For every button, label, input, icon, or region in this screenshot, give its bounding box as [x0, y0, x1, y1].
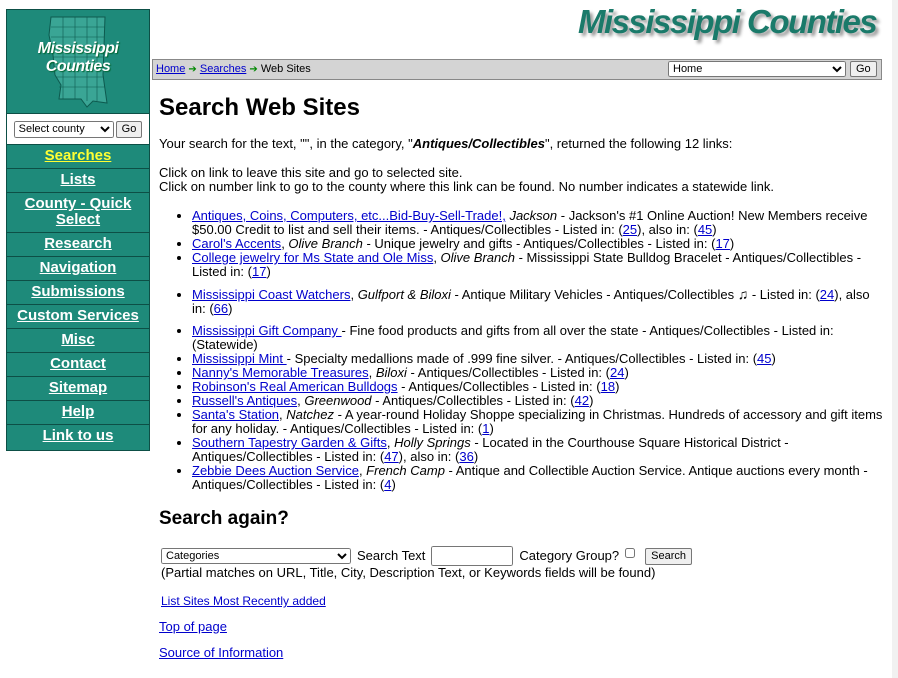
result-city: Gulfport & Biloxi [357, 287, 451, 302]
result-city: Olive Branch [440, 250, 515, 265]
site-title: Mississippi Counties [578, 3, 878, 40]
county-number-link[interactable]: 24 [610, 365, 624, 380]
nav-link-to-us[interactable]: Link to us [7, 425, 149, 448]
search-form: Categories Search Text Category Group? S… [161, 546, 884, 566]
search-note: (Partial matches on URL, Title, City, De… [161, 565, 656, 580]
nav-submissions[interactable]: Submissions [7, 281, 149, 305]
county-number-link[interactable]: 45 [757, 351, 771, 366]
page-jump-go-button[interactable]: Go [850, 61, 877, 77]
breadcrumb-bar: Home ➔ Searches ➔ Web Sites Home Go [152, 59, 882, 80]
help-text-2: Click on number link to go to the county… [159, 179, 774, 194]
county-number-link[interactable]: 45 [698, 222, 712, 237]
nav-research[interactable]: Research [7, 233, 149, 257]
top-of-page-link[interactable]: Top of page [159, 619, 227, 634]
breadcrumb-current: Web Sites [260, 63, 311, 75]
source-of-information-link[interactable]: Source of Information [159, 645, 283, 660]
category-group-label: Category Group? [519, 548, 620, 563]
county-number-link[interactable]: 17 [715, 236, 729, 251]
sidebar: Mississippi Counties Select county Go Se… [6, 9, 150, 451]
county-number-link[interactable]: 17 [252, 264, 266, 279]
result-link[interactable]: Zebbie Dees Auction Service [192, 463, 359, 478]
music-note-icon[interactable]: ♫ [738, 286, 749, 302]
arrow-right-icon: ➔ [249, 64, 258, 75]
county-number-link[interactable]: 25 [623, 222, 637, 237]
breadcrumb-home-link[interactable]: Home [156, 63, 185, 75]
county-select[interactable]: Select county [13, 120, 114, 138]
result-link[interactable]: Robinson's Real American Bulldogs [192, 379, 398, 394]
county-select-box: Select county Go [7, 114, 149, 145]
search-button[interactable]: Search [645, 547, 693, 565]
arrow-right-icon: ➔ [188, 64, 197, 75]
county-number-link[interactable]: 47 [384, 449, 398, 464]
breadcrumb-searches-link[interactable]: Searches [200, 63, 246, 75]
result-item: College jewelry for Ms State and Ole Mis… [192, 251, 884, 279]
nav-county-quick-select[interactable]: County - Quick Select [7, 193, 149, 233]
result-item: Mississippi Coast Watchers, Gulfport & B… [192, 287, 884, 316]
result-link[interactable]: Southern Tapestry Garden & Gifts [192, 435, 387, 450]
result-city: Jackson [509, 208, 558, 223]
result-item: Santa's Station, Natchez - A year-round … [192, 408, 884, 436]
recent-sites-link[interactable]: List Sites Most Recently added [161, 594, 326, 608]
result-item: Zebbie Dees Auction Service, French Camp… [192, 464, 884, 492]
search-summary: Your search for the text, "", in the cat… [159, 136, 733, 151]
search-again-heading: Search again? [159, 508, 289, 529]
result-item: Carol's Accents, Olive Branch - Unique j… [192, 237, 884, 251]
nav-help[interactable]: Help [7, 401, 149, 425]
result-link[interactable]: Mississippi Mint [192, 351, 287, 366]
search-category: Antiques/Collectibles [412, 136, 545, 151]
result-item: Southern Tapestry Garden & Gifts, Holly … [192, 436, 884, 464]
result-item: Mississippi Mint - Specialty medallions … [192, 352, 884, 366]
result-city: Biloxi [375, 365, 407, 380]
breadcrumb: Home ➔ Searches ➔ Web Sites [156, 63, 311, 75]
logo-text-line1: Mississippi [37, 40, 119, 57]
nav-custom-services[interactable]: Custom Services [7, 305, 149, 329]
result-link[interactable]: College jewelry for Ms State and Ole Mis… [192, 250, 433, 265]
result-city: Natchez [286, 407, 334, 422]
nav-sitemap[interactable]: Sitemap [7, 377, 149, 401]
result-link[interactable]: Mississippi Coast Watchers [192, 287, 350, 302]
page-jump-select[interactable]: Home [668, 61, 846, 77]
nav-lists[interactable]: Lists [7, 169, 149, 193]
result-item: Robinson's Real American Bulldogs - Anti… [192, 380, 884, 394]
nav-navigation[interactable]: Navigation [7, 257, 149, 281]
county-number-link[interactable]: 66 [214, 301, 228, 316]
page-title: Search Web Sites [159, 94, 360, 121]
result-link[interactable]: Nanny's Memorable Treasures [192, 365, 369, 380]
result-link[interactable]: Russell's Antiques [192, 393, 297, 408]
result-link[interactable]: Mississippi Gift Company [192, 323, 342, 338]
main-content: Search Web Sites Your search for the tex… [159, 94, 884, 660]
result-link[interactable]: Carol's Accents [192, 236, 281, 251]
result-city: Olive Branch [288, 236, 363, 251]
result-city: Greenwood [304, 393, 372, 408]
result-item: Antiques, Coins, Computers, etc...Bid-Bu… [192, 209, 884, 237]
category-select[interactable]: Categories [161, 548, 351, 564]
nav-misc[interactable]: Misc [7, 329, 149, 353]
result-city: French Camp [366, 463, 445, 478]
result-item: Russell's Antiques, Greenwood - Antiques… [192, 394, 884, 408]
county-number-link[interactable]: 36 [459, 449, 473, 464]
search-text-label: Search Text [357, 548, 426, 563]
nav-searches[interactable]: Searches [7, 145, 149, 169]
results-list: Antiques, Coins, Computers, etc...Bid-Bu… [159, 209, 884, 492]
scrollbar[interactable] [892, 0, 898, 678]
county-number-link[interactable]: 42 [575, 393, 589, 408]
result-item: Nanny's Memorable Treasures, Biloxi - An… [192, 366, 884, 380]
category-group-checkbox[interactable] [625, 548, 636, 558]
result-city: Holly Springs [394, 435, 471, 450]
help-text-1: Click on link to leave this site and go … [159, 165, 463, 180]
county-number-link[interactable]: 18 [601, 379, 615, 394]
result-link[interactable]: Santa's Station [192, 407, 279, 422]
result-link[interactable]: Antiques, Coins, Computers, etc...Bid-Bu… [192, 208, 506, 223]
county-go-button[interactable]: Go [115, 120, 143, 138]
nav-contact[interactable]: Contact [7, 353, 149, 377]
logo-text-line2: Counties [45, 58, 111, 75]
result-item: Mississippi Gift Company - Fine food pro… [192, 324, 884, 352]
county-number-link[interactable]: 24 [820, 287, 834, 302]
search-text-input[interactable] [431, 546, 514, 566]
site-logo[interactable]: Mississippi Counties [7, 10, 149, 114]
